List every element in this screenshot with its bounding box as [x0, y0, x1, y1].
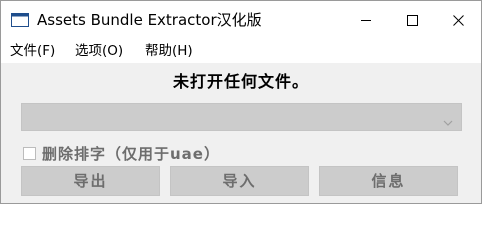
close-button[interactable]: [435, 1, 481, 39]
maximize-icon: [407, 15, 418, 26]
minimize-icon: [361, 20, 371, 21]
menu-help[interactable]: 帮助(H): [145, 42, 193, 60]
delete-typetree-checkbox[interactable]: [23, 147, 36, 160]
info-button[interactable]: 信息: [319, 166, 458, 196]
menu-options[interactable]: 选项(O): [75, 42, 123, 60]
menu-file[interactable]: 文件(F): [10, 42, 55, 60]
maximize-button[interactable]: [389, 1, 435, 39]
file-dropdown[interactable]: [21, 103, 462, 131]
window-app-icon: [11, 12, 29, 27]
chevron-down-icon: [443, 112, 453, 131]
menu-bar: 文件(F) 选项(O) 帮助(H): [1, 39, 481, 63]
close-icon: [453, 15, 464, 26]
export-button[interactable]: 导出: [21, 166, 160, 196]
minimize-button[interactable]: [343, 1, 389, 39]
title-bar[interactable]: Assets Bundle Extractor汉化版: [1, 1, 481, 39]
import-button[interactable]: 导入: [170, 166, 309, 196]
status-text: 未打开任何文件。: [172, 72, 309, 91]
delete-typetree-label: 删除排字（仅用于uae）: [42, 145, 220, 163]
app-window: Assets Bundle Extractor汉化版 文件(F) 选项(O) 帮…: [0, 0, 482, 204]
window-title: Assets Bundle Extractor汉化版: [37, 11, 262, 29]
